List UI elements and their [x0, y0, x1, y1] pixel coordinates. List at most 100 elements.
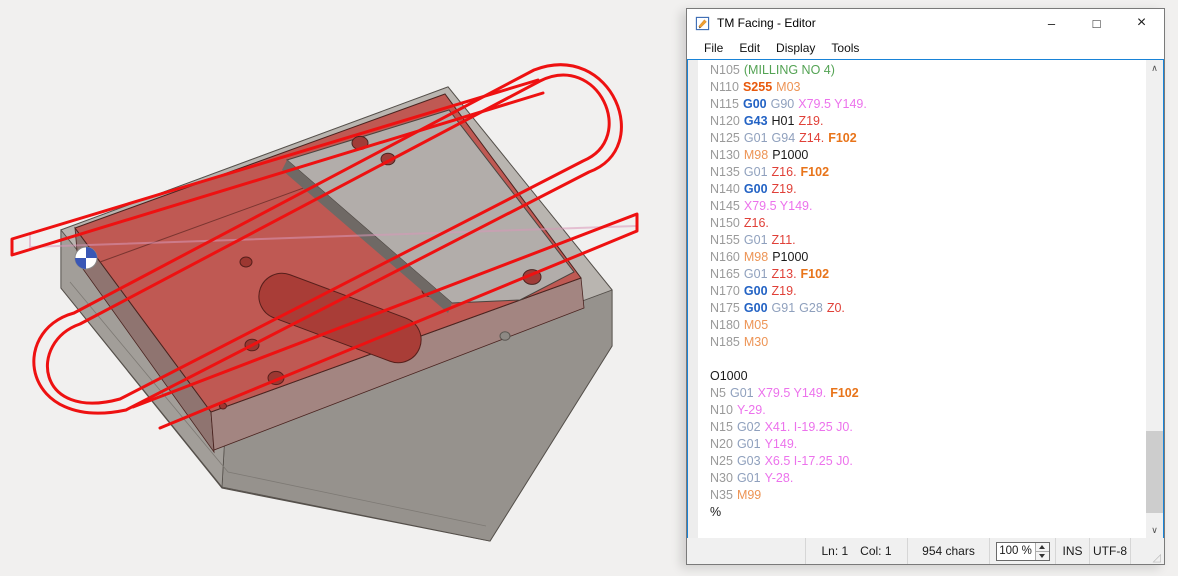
- code-line: N20G01Y149.: [710, 436, 871, 453]
- code-token: N10: [710, 403, 733, 417]
- menu-edit[interactable]: Edit: [731, 39, 768, 57]
- code-token: N115: [710, 97, 739, 111]
- editor-window: TM Facing - Editor – □ × File Edit Displ…: [686, 8, 1165, 565]
- code-token: G94: [772, 131, 796, 145]
- app-icon: [695, 16, 710, 31]
- code-token: N180: [710, 318, 740, 332]
- code-token: N170: [710, 284, 740, 298]
- code-token: M03: [776, 80, 800, 94]
- code-line: N110S255M03: [710, 79, 871, 96]
- code-token: O1000: [710, 369, 748, 383]
- code-token: N105: [710, 63, 740, 77]
- code-token: N185: [710, 335, 740, 349]
- code-token: G01: [730, 386, 754, 400]
- code-line: N130M98P1000: [710, 147, 871, 164]
- resize-grip-icon[interactable]: ◿: [1153, 553, 1163, 564]
- up-triangle-icon: [1039, 545, 1045, 549]
- code-token: X41. I-19.25 J0.: [765, 420, 853, 434]
- code-token: P1000: [772, 250, 808, 264]
- code-line: N180M05: [710, 317, 871, 334]
- code-token: X6.5 I-17.25 J0.: [765, 454, 853, 468]
- code-token: S255: [743, 80, 772, 94]
- zoom-spinner[interactable]: 100 %: [996, 542, 1050, 561]
- code-token: G01: [737, 437, 761, 451]
- code-token: N150: [710, 216, 740, 230]
- code-token: Z16.: [772, 165, 797, 179]
- code-line: %: [710, 504, 871, 521]
- menu-tools[interactable]: Tools: [823, 39, 867, 57]
- code-line: N135G01Z16.F102: [710, 164, 871, 181]
- code-token: G00: [744, 182, 768, 196]
- code-token: N135: [710, 165, 740, 179]
- cad-viewport[interactable]: [0, 0, 686, 576]
- code-token: Z11.: [772, 233, 796, 247]
- code-token: Z0.: [827, 301, 845, 315]
- code-line: N185 M30: [710, 334, 871, 351]
- code-token: H01: [772, 114, 795, 128]
- code-token: Y-28.: [765, 471, 794, 485]
- code-token: G00: [744, 301, 768, 315]
- code-token: G28: [799, 301, 823, 315]
- code-line: N140G00Z19.: [710, 181, 871, 198]
- menu-display[interactable]: Display: [768, 39, 823, 57]
- status-insert-mode: INS: [1062, 544, 1082, 558]
- code-line: N145X79.5 Y149.: [710, 198, 871, 215]
- menu-file[interactable]: File: [696, 39, 731, 57]
- code-token: G01: [744, 131, 768, 145]
- code-token: X79.5 Y149.: [798, 97, 867, 111]
- code-token: N25: [710, 454, 733, 468]
- code-token: G91: [772, 301, 796, 315]
- code-token: N165: [710, 267, 740, 281]
- code-token: Z19.: [798, 114, 823, 128]
- zoom-value: 100 %: [997, 543, 1035, 560]
- close-button[interactable]: ×: [1119, 9, 1164, 37]
- code-token: M98: [744, 250, 768, 264]
- down-triangle-icon: [1039, 554, 1045, 558]
- code-token: F102: [801, 267, 830, 281]
- scroll-thumb[interactable]: [1146, 431, 1163, 513]
- origin-marker-icon: [75, 247, 97, 269]
- code-line: [710, 351, 871, 368]
- status-line-number: Ln: 1: [821, 544, 848, 558]
- title-bar[interactable]: TM Facing - Editor – □ ×: [687, 9, 1164, 37]
- code-text[interactable]: N105(MILLING NO 4)N110S255M03N115G00G90X…: [710, 62, 871, 521]
- scroll-up-button[interactable]: ∧: [1146, 60, 1163, 77]
- scroll-down-button[interactable]: ∨: [1146, 522, 1163, 539]
- code-line: N10 Y-29.: [710, 402, 871, 419]
- vertical-scrollbar[interactable]: ∧ ∨: [1146, 60, 1163, 539]
- code-token: N145: [710, 199, 740, 213]
- code-token: N5: [710, 386, 726, 400]
- minimize-button[interactable]: –: [1029, 9, 1074, 37]
- code-token: Y-29.: [737, 403, 766, 417]
- code-token: %: [710, 505, 721, 519]
- code-token: F102: [830, 386, 859, 400]
- zoom-increase-button[interactable]: [1036, 543, 1049, 552]
- status-bar: Ln: 1 Col: 1 954 chars 100 % INS UTF-8 ◿: [687, 538, 1164, 564]
- zoom-decrease-button[interactable]: [1036, 552, 1049, 560]
- window-title: TM Facing - Editor: [717, 16, 1029, 30]
- code-token: G00: [743, 97, 767, 111]
- code-token: F102: [828, 131, 857, 145]
- maximize-button[interactable]: □: [1074, 9, 1119, 37]
- code-token: N120: [710, 114, 740, 128]
- code-line: N155G01Z11.: [710, 232, 871, 249]
- code-token: Z16.: [744, 216, 769, 230]
- code-token: Z19.: [772, 284, 797, 298]
- code-editor[interactable]: N105(MILLING NO 4)N110S255M03N115G00G90X…: [687, 59, 1164, 540]
- code-line: N150 Z16.: [710, 215, 871, 232]
- code-token: N140: [710, 182, 740, 196]
- code-token: G90: [771, 97, 795, 111]
- code-token: N15: [710, 420, 733, 434]
- code-token: G01: [744, 233, 768, 247]
- code-line: N120 G43 H01Z19.: [710, 113, 871, 130]
- status-char-count: 954 chars: [922, 544, 975, 558]
- code-token: G02: [737, 420, 761, 434]
- code-token: G03: [737, 454, 761, 468]
- code-token: Z13.: [772, 267, 797, 281]
- code-line: N35M99: [710, 487, 871, 504]
- code-token: M30: [744, 335, 768, 349]
- code-token: Y149.: [765, 437, 798, 451]
- code-token: G43: [744, 114, 768, 128]
- code-line: N165G01Z13.F102: [710, 266, 871, 283]
- machined-part-view: [0, 0, 686, 576]
